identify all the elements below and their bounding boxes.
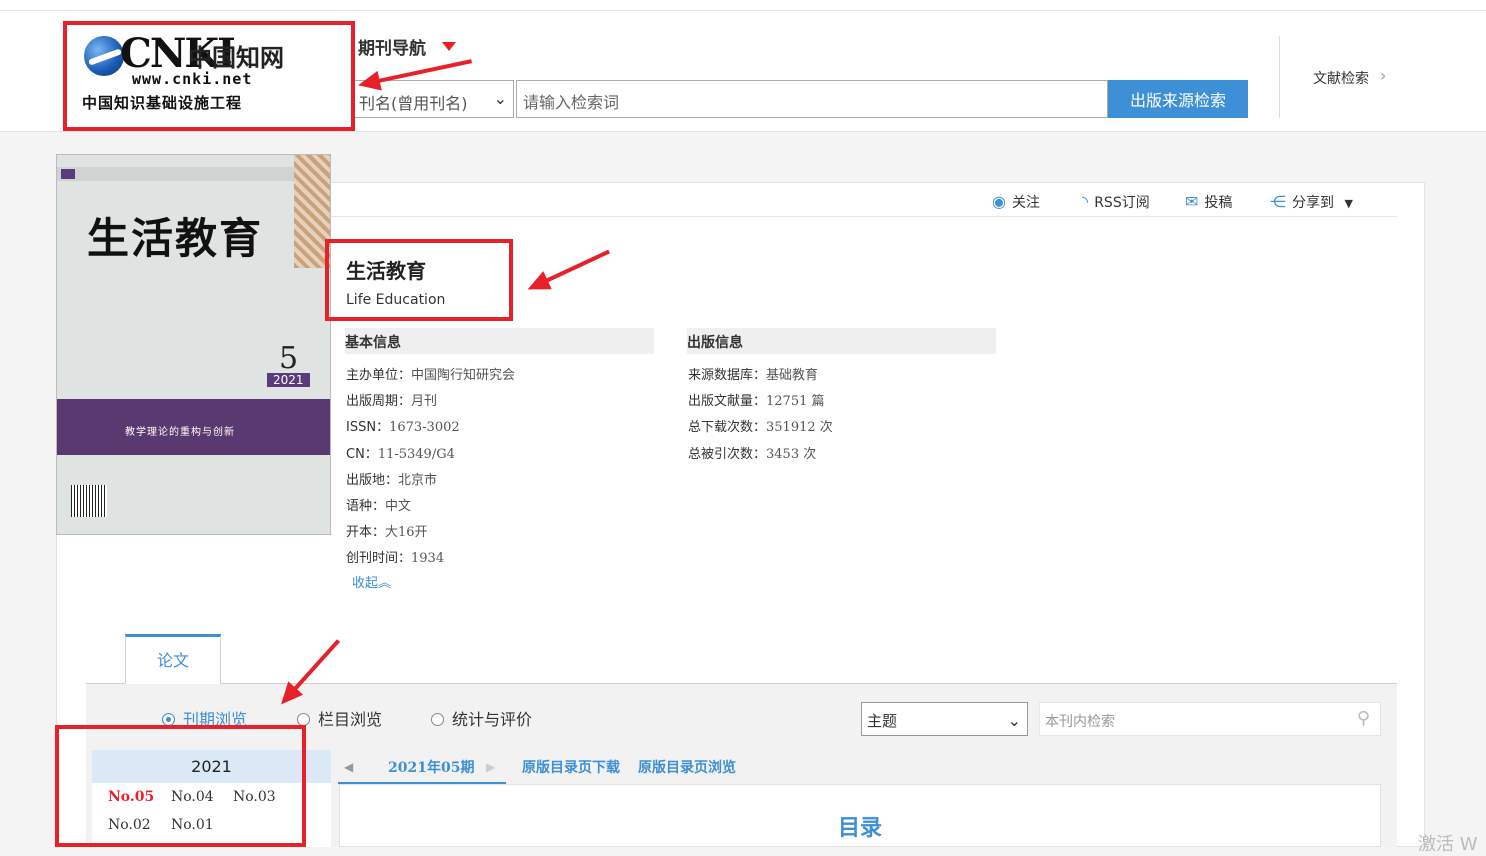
radio-column-browse[interactable]: 栏目浏览 <box>297 706 382 730</box>
filter-select[interactable]: 主题 ⌄ <box>861 702 1028 736</box>
pub-info-value: 3453 次 <box>766 446 817 462</box>
pub-info-row: 总被引次数：3453 次 <box>688 443 816 462</box>
annotation-box-title <box>325 239 513 321</box>
cover-feature-band: 教学理论的重构与创新 <box>57 399 330 455</box>
follow-label: 关注 <box>1011 195 1040 211</box>
basic-info-row: 开本：大16开 <box>346 521 428 540</box>
current-issue-tab[interactable]: 2021年05期 <box>388 757 474 777</box>
pub-info-value: 351912 次 <box>766 420 833 436</box>
basic-info-heading: 基本信息 <box>345 328 654 354</box>
share-icon: ⋲ <box>1270 192 1286 211</box>
pub-info-key: 出版文献量： <box>688 394 767 410</box>
chevron-down-icon: ⌄ <box>493 89 507 108</box>
basic-info-key: 语种： <box>346 499 386 514</box>
action-divider <box>331 216 1397 217</box>
cover-title: 生活教育 <box>87 214 264 263</box>
toc-download-link[interactable]: 原版目录页下载 <box>522 757 620 777</box>
toc-title: 目录 <box>838 816 883 841</box>
submit-label: 投稿 <box>1204 195 1233 211</box>
rss-label: RSS订阅 <box>1094 195 1150 211</box>
basic-info-value: 北京市 <box>398 472 438 488</box>
basic-info-key: 创刊时间： <box>346 551 412 567</box>
prev-issue-icon[interactable]: ◀ <box>344 760 353 774</box>
search-field-value: 刊名(曾用刊名) <box>359 94 468 113</box>
pub-info-value: 基础教育 <box>766 368 819 383</box>
cover-feature-text: 教学理论的重构与创新 <box>125 427 235 438</box>
cover-issue-number: 5 <box>279 341 299 376</box>
pub-info-heading: 出版信息 <box>687 328 996 354</box>
tab-papers[interactable]: 论文 <box>125 634 221 684</box>
caret-down-icon: ▼ <box>1344 197 1353 210</box>
envelope-icon: ✉ <box>1185 192 1199 211</box>
basic-info-key: CN： <box>346 446 378 462</box>
basic-info-key: 出版地： <box>346 472 399 488</box>
doc-search-link[interactable]: 文献检索 <box>1313 68 1369 88</box>
radio-column-label: 栏目浏览 <box>318 710 383 729</box>
search-placeholder: 请输入检索词 <box>523 93 620 112</box>
basic-info-value: 1673-3002 <box>389 420 460 436</box>
annotation-box-issues <box>55 725 306 847</box>
basic-info-key: ISSN： <box>346 420 390 436</box>
toc-browse-link[interactable]: 原版目录页浏览 <box>638 757 736 777</box>
pub-info-value: 12751 篇 <box>766 394 825 410</box>
basic-info-value: 中国陶行知研究会 <box>411 368 516 383</box>
caret-down-icon[interactable] <box>442 42 456 51</box>
pub-info-row: 总下载次数：351912 次 <box>688 416 833 435</box>
eye-icon: ◉ <box>992 192 1006 211</box>
collapse-link[interactable]: 收起︽ <box>352 572 391 591</box>
cover-top-strip <box>57 167 295 181</box>
basic-info-row: 主办单位：中国陶行知研究会 <box>346 364 515 383</box>
inner-search-placeholder: 本刊内检索 <box>1045 714 1115 730</box>
cover-year: 2021 <box>267 373 310 387</box>
basic-info-row: 语种：中文 <box>346 495 411 514</box>
radio-stats-label: 统计与评价 <box>452 710 533 729</box>
inner-search-input[interactable]: 本刊内检索 ⚲ <box>1039 702 1381 736</box>
basic-info-key: 开本： <box>346 525 386 541</box>
basic-info-value: 月刊 <box>411 394 438 410</box>
cover-strip-mark <box>61 169 75 179</box>
search-icon[interactable]: ⚲ <box>1357 708 1370 729</box>
next-issue-icon[interactable]: ▶ <box>486 760 495 774</box>
radio-icon <box>431 713 444 726</box>
top-divider <box>0 10 1486 11</box>
basic-info-value: 1934 <box>411 551 445 567</box>
pub-info-key: 总被引次数： <box>688 446 767 462</box>
basic-info-key: 出版周期： <box>346 394 412 410</box>
chevron-right-icon[interactable]: › <box>1380 66 1386 85</box>
header-divider <box>1279 36 1280 118</box>
chevron-down-icon: ⌄ <box>1007 711 1021 730</box>
pub-info-row: 出版文献量：12751 篇 <box>688 390 825 409</box>
pub-info-row: 来源数据库：基础教育 <box>688 364 818 383</box>
follow-action[interactable]: ◉ 关注 <box>992 192 1040 212</box>
basic-info-key: 主办单位： <box>346 368 412 383</box>
annotation-box-logo <box>63 21 355 131</box>
journal-cover-image[interactable]: 生活教育 5 2021 教学理论的重构与创新 <box>56 154 331 535</box>
basic-info-row: 出版地：北京市 <box>346 469 437 488</box>
journal-nav-menu[interactable]: 期刊导航 <box>358 34 426 59</box>
pub-info-key: 来源数据库： <box>688 368 767 383</box>
basic-info-row: ISSN：1673-3002 <box>346 416 460 435</box>
share-action[interactable]: ⋲ 分享到 ▼ <box>1270 192 1353 212</box>
barcode-icon <box>71 485 107 517</box>
basic-info-row: 出版周期：月刊 <box>346 390 437 409</box>
rss-action[interactable]: ◝ RSS订阅 <box>1082 192 1150 212</box>
search-input[interactable]: 请输入检索词 <box>516 80 1108 118</box>
basic-info-value: 中文 <box>385 499 412 514</box>
basic-info-row: 创刊时间：1934 <box>346 547 444 566</box>
radio-stats[interactable]: 统计与评价 <box>431 706 532 730</box>
activation-watermark: 激活 W <box>1418 834 1478 855</box>
rss-icon: ◝ <box>1082 192 1089 211</box>
share-label: 分享到 <box>1292 195 1334 211</box>
pub-info-key: 总下载次数： <box>688 420 767 436</box>
filter-select-value: 主题 <box>867 712 898 730</box>
submit-action[interactable]: ✉ 投稿 <box>1185 192 1232 212</box>
source-search-button[interactable]: 出版来源检索 <box>1108 80 1248 118</box>
basic-info-value: 11-5349/G4 <box>377 446 455 462</box>
basic-info-value: 大16开 <box>385 525 428 541</box>
basic-info-row: CN：11-5349/G4 <box>346 443 455 462</box>
